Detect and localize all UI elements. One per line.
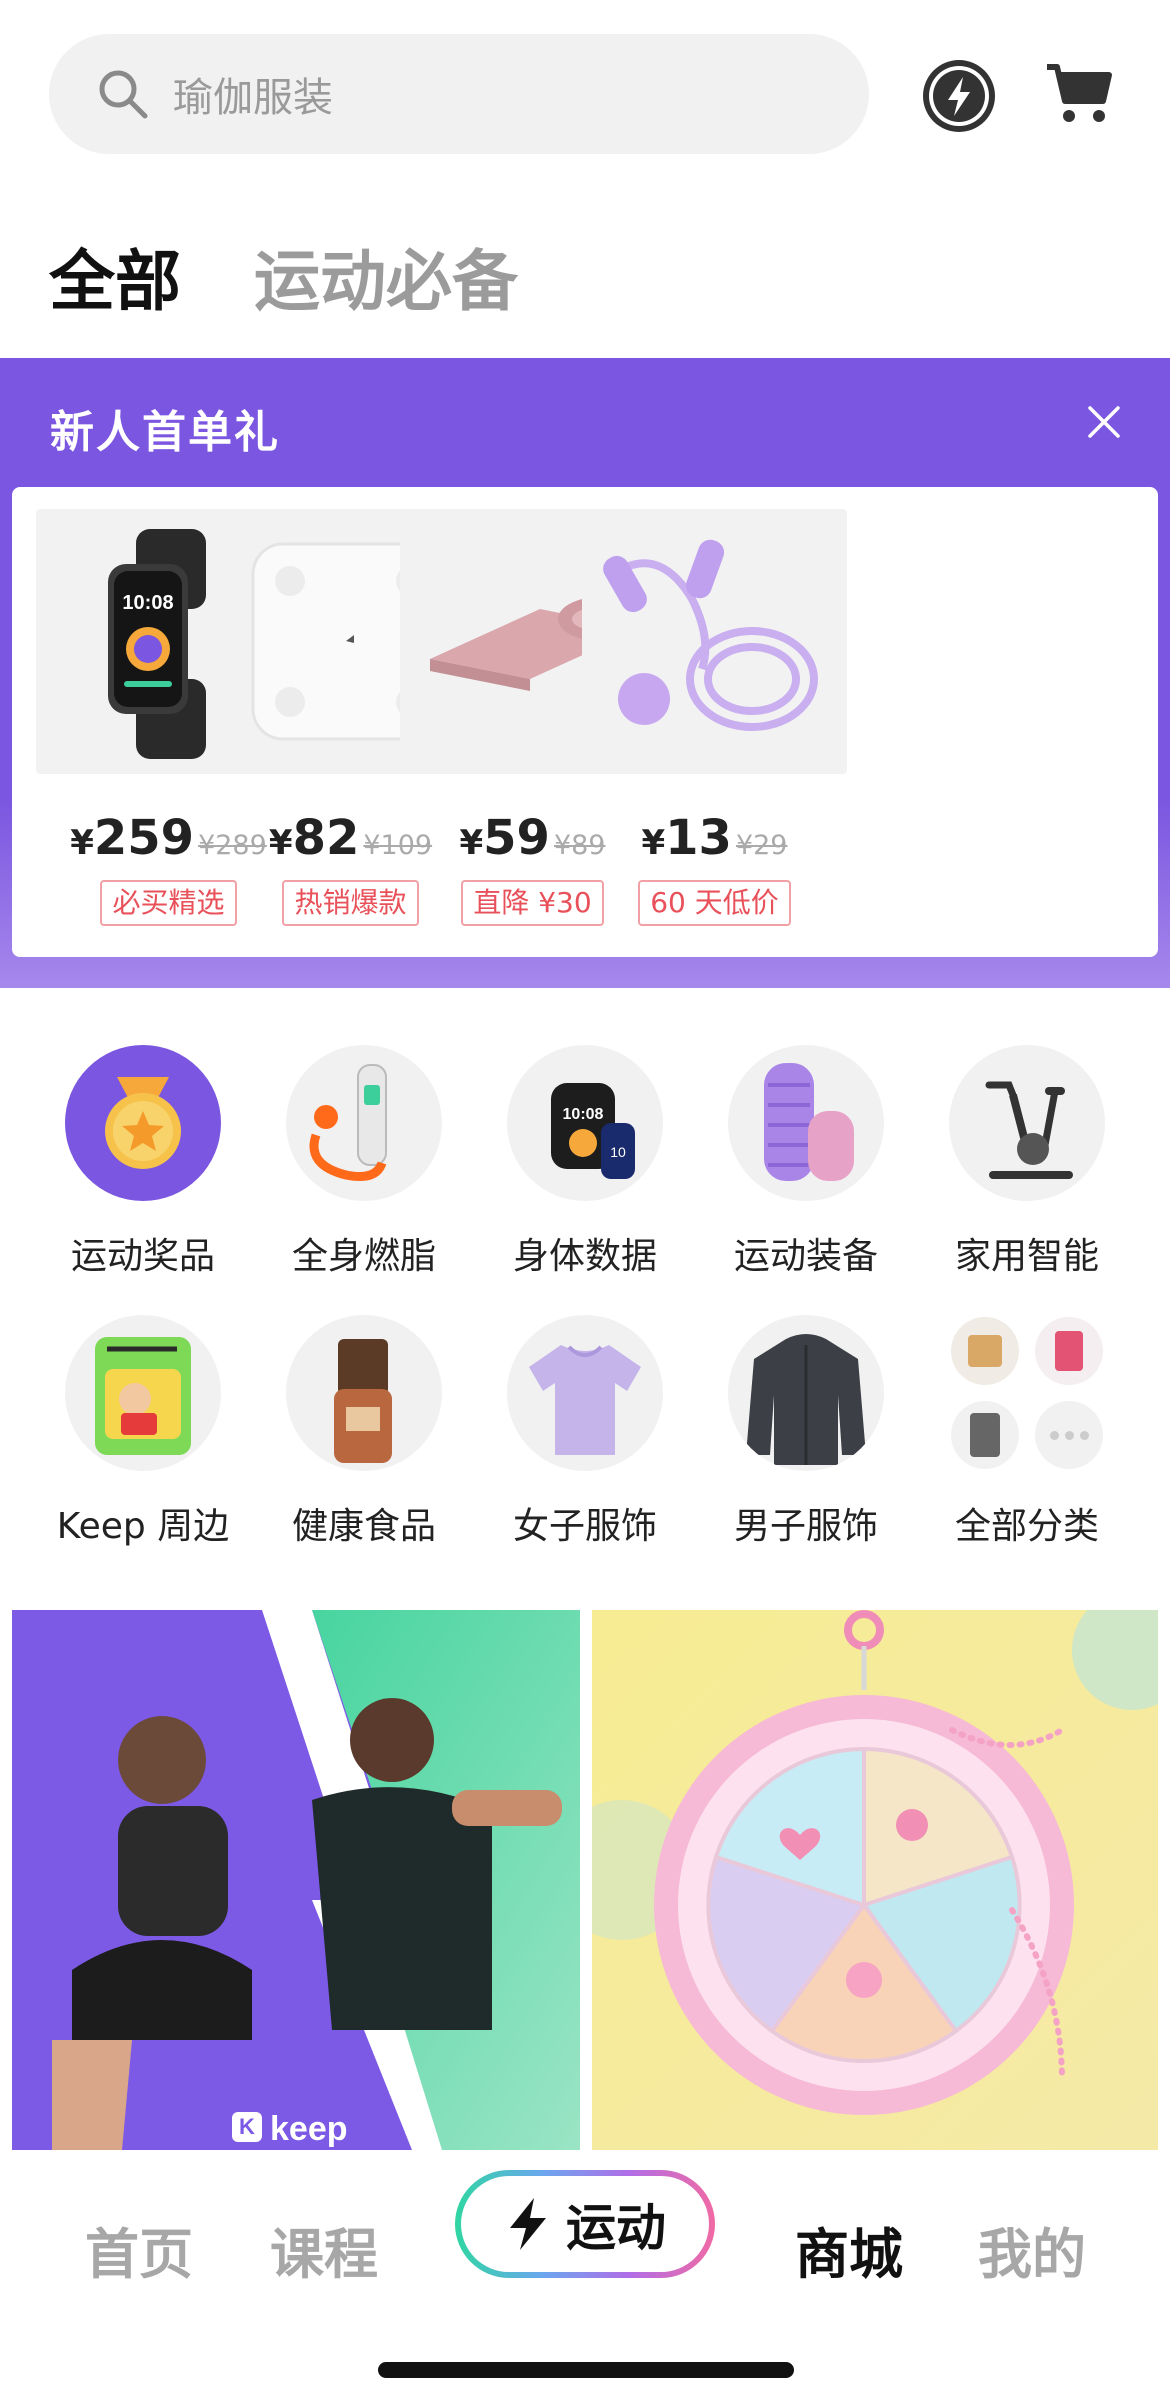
- category-label: 运动奖品: [70, 1236, 215, 1277]
- svg-text:K: K: [239, 2114, 255, 2139]
- nav-sport-label: 运动: [566, 2199, 666, 2257]
- current-price: 259: [93, 810, 195, 866]
- category-healthy-food[interactable]: 健康食品: [254, 1315, 474, 1549]
- product-tag: 60 天低价: [638, 880, 791, 926]
- product-tag: 热销爆款: [282, 880, 419, 926]
- nav-mine[interactable]: 我的: [978, 2210, 1086, 2289]
- current-price: 59: [483, 810, 550, 866]
- product-image: [582, 509, 847, 774]
- category-body-data[interactable]: 10:08 10 身体数据: [475, 1045, 695, 1279]
- category-sport-equipment[interactable]: 运动装备: [696, 1045, 916, 1279]
- more-dots-icon: [1035, 1401, 1103, 1469]
- nav-course[interactable]: 课程: [270, 2210, 378, 2289]
- category-home-smart[interactable]: 家用智能: [917, 1045, 1137, 1279]
- promo-banner-medal[interactable]: [592, 1610, 1158, 2150]
- product-card-jump-rope[interactable]: ¥13 ¥29 60 天低价: [582, 509, 847, 926]
- original-price: ¥29: [735, 830, 788, 861]
- new-user-gift-title: 新人首单礼: [50, 407, 280, 458]
- category-label: 女子服饰: [512, 1506, 657, 1547]
- bolt-icon: [510, 2198, 546, 2250]
- nav-home[interactable]: 首页: [85, 2210, 193, 2289]
- protein-bar-icon: [286, 1315, 442, 1471]
- top-bar: 瑜伽服装: [0, 0, 1170, 200]
- category-full-body-burn[interactable]: 全身燃脂: [254, 1045, 474, 1279]
- cart-icon[interactable]: [1045, 63, 1113, 125]
- category-sport-prizes[interactable]: 运动奖品: [33, 1045, 253, 1279]
- product-price: ¥13 ¥29: [582, 810, 847, 866]
- watch-icon: 10:08 10: [507, 1045, 663, 1201]
- search-bar[interactable]: 瑜伽服装: [49, 34, 869, 154]
- exercise-bike-icon: [949, 1045, 1105, 1201]
- tab-sport-essentials[interactable]: 运动必备: [254, 228, 518, 324]
- current-price: 13: [665, 810, 732, 866]
- tab-sport-essentials-label: 运动必备: [254, 243, 518, 320]
- nav-sport-inner: 运动: [461, 2176, 709, 2272]
- womens-shirt-icon: [507, 1315, 663, 1471]
- medal-icon: [65, 1045, 221, 1201]
- search-placeholder: 瑜伽服装: [173, 75, 333, 121]
- svg-text:10:08: 10:08: [122, 592, 173, 614]
- medal-charm-icon: [592, 1610, 1158, 2150]
- bottom-navigation: 首页 课程 运动 商城 我的: [0, 2150, 1170, 2391]
- currency-symbol: ¥: [641, 823, 666, 863]
- new-user-gift-banner: 新人首单礼 10:08 ¥259 ¥289 必买精选 ¥82 ¥109 热销爆款…: [0, 358, 1170, 988]
- mens-jacket-icon: [728, 1315, 884, 1471]
- all-categories-icon: [949, 1315, 1105, 1471]
- jump-rope-icon: [603, 539, 818, 731]
- category-label: 家用智能: [954, 1236, 1099, 1277]
- category-all-categories[interactable]: 全部分类: [917, 1315, 1137, 1549]
- tab-all-label: 全部: [49, 243, 181, 320]
- merch-icon: [65, 1315, 221, 1471]
- category-label: 全部分类: [954, 1506, 1099, 1547]
- tab-all[interactable]: 全部: [47, 228, 183, 324]
- category-label: 男子服饰: [733, 1506, 878, 1547]
- category-label: 健康食品: [291, 1506, 436, 1547]
- category-label: Keep 周边: [56, 1506, 230, 1547]
- promo-banner-athletes[interactable]: K keep: [12, 1610, 580, 2150]
- jump-rope-icon: [286, 1045, 442, 1201]
- currency-symbol: ¥: [268, 823, 293, 863]
- close-icon[interactable]: [1084, 402, 1124, 442]
- keep-logo: keep: [270, 2110, 348, 2148]
- current-price: 82: [292, 810, 360, 866]
- category-mens-apparel[interactable]: 男子服饰: [696, 1315, 916, 1549]
- category-womens-apparel[interactable]: 女子服饰: [475, 1315, 695, 1549]
- bolt-icon[interactable]: [918, 55, 1000, 137]
- category-label: 全身燃脂: [291, 1236, 436, 1277]
- currency-symbol: ¥: [459, 823, 484, 863]
- currency-symbol: ¥: [70, 823, 94, 863]
- category-tabs: 全部 运动必备: [0, 210, 1170, 330]
- product-tag: 必买精选: [100, 880, 237, 926]
- search-icon: [99, 70, 148, 119]
- category-keep-merch[interactable]: Keep 周边: [33, 1315, 253, 1549]
- category-label: 身体数据: [512, 1236, 657, 1277]
- foam-roller-icon: [728, 1045, 884, 1201]
- category-label: 运动装备: [733, 1236, 878, 1277]
- home-indicator: [378, 2362, 794, 2378]
- svg-text:10: 10: [610, 1144, 626, 1160]
- nav-sport-button[interactable]: 运动: [455, 2170, 715, 2278]
- svg-text:10:08: 10:08: [563, 1106, 604, 1123]
- nav-mall[interactable]: 商城: [795, 2210, 903, 2289]
- athletes-promo-image: K keep: [12, 1610, 580, 2150]
- new-user-products-panel: 10:08 ¥259 ¥289 必买精选 ¥82 ¥109 热销爆款 ¥59 ¥…: [12, 487, 1158, 957]
